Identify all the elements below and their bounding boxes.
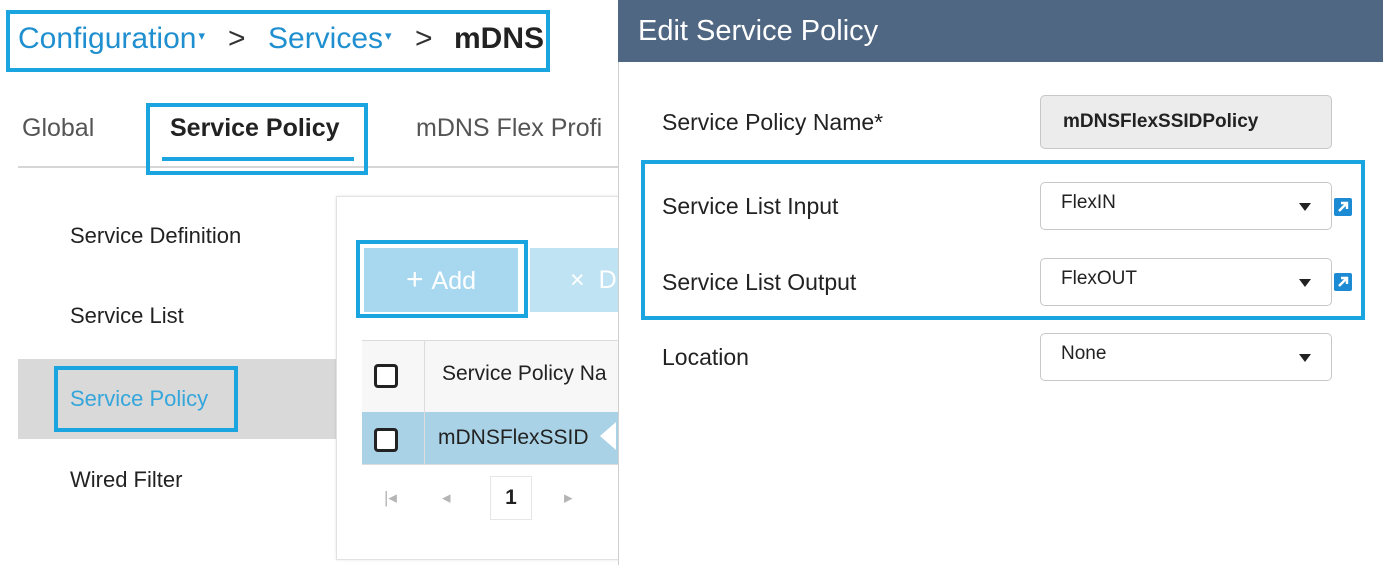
breadcrumb-configuration[interactable]: Configuration ▾ [18,22,205,56]
service-list-output-label: Service List Output [662,269,857,295]
prev-page-icon[interactable]: ◂ [442,488,451,508]
chevron-down-icon [1299,354,1311,362]
row-checkbox[interactable] [374,428,398,452]
table-cell-policy-name[interactable]: mDNSFlexSSID [438,426,608,450]
sidebar-item-service-definition[interactable]: Service Definition [18,196,336,276]
caret-down-icon: ▾ [198,28,205,43]
active-tab-indicator [162,157,354,161]
breadcrumb-configuration-label: Configuration [18,22,197,55]
breadcrumb-services[interactable]: Services ▾ [268,22,392,56]
service-policy-name-label: Service Policy Name* [662,109,884,135]
location-label: Location [662,344,749,370]
close-icon: × [570,266,585,294]
add-button[interactable]: + Add [364,248,518,312]
table-column-divider [424,340,425,464]
caret-down-icon: ▾ [385,28,392,43]
tab-bar-divider [18,166,618,168]
plus-icon: + [405,263,424,296]
breadcrumb-separator: > [415,22,433,55]
location-value: None [1061,343,1107,364]
select-all-checkbox[interactable] [374,364,398,388]
breadcrumb-separator: > [228,22,246,55]
tab-mdns-flex-profile[interactable]: mDNS Flex Profi [416,114,618,143]
service-list-input-label: Service List Input [662,193,839,219]
sidebar-item-service-list[interactable]: Service List [18,276,336,356]
next-page-icon[interactable]: ▸ [564,488,573,508]
breadcrumb-services-label: Services [268,22,384,55]
first-page-icon[interactable]: |◂ [384,488,397,508]
column-header-service-policy-name[interactable]: Service Policy Na [442,362,618,386]
external-link-icon[interactable] [1334,198,1352,216]
dialog-title: Edit Service Policy [618,0,1383,62]
sidebar-item-wired-filter[interactable]: Wired Filter [18,440,336,520]
sidebar-item-service-policy[interactable]: Service Policy [18,359,336,439]
external-link-icon[interactable] [1334,273,1352,291]
chevron-down-icon [1299,279,1311,287]
current-page-number[interactable]: 1 [490,476,532,520]
delete-button-label: D [598,266,617,294]
service-policy-name-field: mDNSFlexSSIDPolicy [1040,95,1332,149]
tab-global[interactable]: Global [22,114,94,143]
service-list-output-select[interactable]: FlexOUT [1040,258,1332,306]
delete-button[interactable]: × D [530,248,618,312]
tooltip-arrow [600,422,616,450]
tab-service-policy[interactable]: Service Policy [170,114,340,143]
add-button-label: Add [431,267,476,295]
service-list-output-value: FlexOUT [1061,268,1137,289]
breadcrumb-mdns: mDNS [454,22,545,55]
service-list-input-value: FlexIN [1061,192,1116,213]
location-select[interactable]: None [1040,333,1332,381]
service-list-input-select[interactable]: FlexIN [1040,182,1332,230]
chevron-down-icon [1299,203,1311,211]
